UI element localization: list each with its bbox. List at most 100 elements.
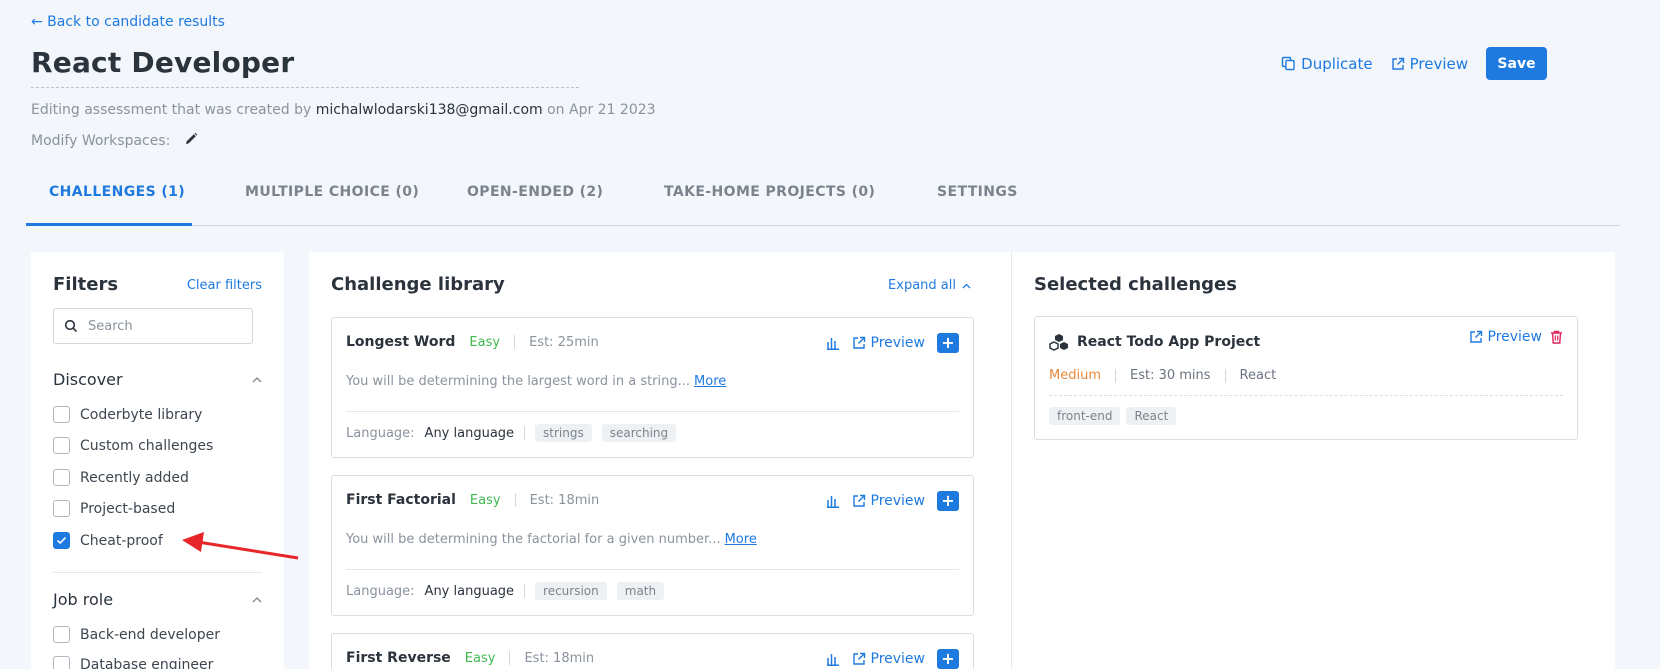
challenge-actions: Preview + bbox=[826, 491, 959, 511]
save-button[interactable]: Save bbox=[1486, 47, 1547, 80]
filter-search[interactable] bbox=[53, 308, 253, 344]
filter-label: Cheat-proof bbox=[80, 532, 163, 549]
selected-challenge-meta: Medium Est: 30 mins React bbox=[1049, 368, 1276, 383]
tag: strings bbox=[535, 424, 592, 442]
preview-label: Preview bbox=[1487, 329, 1543, 345]
card-divider bbox=[1049, 395, 1563, 396]
job-role-section-header[interactable]: Job role bbox=[53, 590, 262, 609]
filter-label: Database engineer bbox=[80, 656, 214, 669]
tag: React bbox=[1126, 407, 1177, 425]
separator bbox=[514, 335, 516, 349]
filter-project-based[interactable]: Project-based bbox=[53, 500, 175, 517]
tab-settings[interactable]: SETTINGS bbox=[927, 178, 1018, 226]
estimated-time: Est: 18min bbox=[524, 650, 595, 666]
selected-title: Selected challenges bbox=[1034, 274, 1237, 295]
tab-multiple-choice[interactable]: MULTIPLE CHOICE (0) bbox=[192, 178, 444, 226]
language-value: Any language bbox=[424, 425, 515, 441]
tab-challenges[interactable]: CHALLENGES (1) bbox=[26, 178, 192, 226]
challenge-language: Language: Any language recursion math bbox=[346, 582, 665, 600]
checkbox[interactable] bbox=[53, 469, 70, 486]
card-divider bbox=[346, 411, 959, 412]
meta-suffix: on Apr 21 2023 bbox=[547, 102, 656, 118]
discover-section-header[interactable]: Discover bbox=[53, 370, 262, 389]
stats-chart-icon[interactable] bbox=[826, 336, 840, 350]
preview-button[interactable]: Preview bbox=[1469, 329, 1543, 345]
difficulty-badge: Easy bbox=[469, 334, 501, 350]
filter-label: Back-end developer bbox=[80, 626, 220, 643]
filter-database-engineer[interactable]: Database engineer bbox=[53, 656, 213, 669]
preview-label: Preview bbox=[870, 335, 926, 351]
filter-recently-added[interactable]: Recently added bbox=[53, 469, 189, 486]
challenge-card: First Reverse Easy Est: 18min Preview + bbox=[331, 633, 974, 669]
stats-chart-icon[interactable] bbox=[826, 652, 840, 666]
chevron-up-icon bbox=[252, 376, 262, 382]
description-text: You will be determining the factorial fo… bbox=[346, 532, 721, 547]
language-label: Language: bbox=[346, 425, 415, 441]
difficulty-badge: Medium bbox=[1049, 368, 1101, 383]
separator bbox=[514, 493, 516, 507]
tab-take-home-projects[interactable]: TAKE-HOME PROJECTS (0) bbox=[644, 178, 927, 226]
challenge-language: Language: Any language strings searching bbox=[346, 424, 677, 442]
preview-button[interactable]: Preview bbox=[852, 335, 926, 351]
filters-title: Filters bbox=[53, 274, 119, 295]
filter-cheat-proof[interactable]: Cheat-proof bbox=[53, 532, 163, 549]
chevron-up-icon bbox=[962, 283, 971, 288]
expand-all-button[interactable]: Expand all bbox=[888, 278, 971, 293]
duplicate-button[interactable]: Duplicate bbox=[1281, 54, 1373, 73]
title-underline bbox=[31, 87, 579, 88]
filter-back-end-developer[interactable]: Back-end developer bbox=[53, 626, 220, 643]
duplicate-label: Duplicate bbox=[1301, 54, 1373, 73]
assessment-meta: Editing assessment that was created by m… bbox=[31, 102, 656, 118]
tab-bar: CHALLENGES (1) MULTIPLE CHOICE (0) OPEN-… bbox=[26, 178, 1620, 226]
tab-open-ended[interactable]: OPEN-ENDED (2) bbox=[444, 178, 644, 226]
chevron-up-icon bbox=[252, 596, 262, 602]
back-to-results-link[interactable]: ← Back to candidate results bbox=[31, 14, 225, 30]
card-divider bbox=[346, 569, 959, 570]
selected-challenge-name: React Todo App Project bbox=[1077, 334, 1261, 350]
difficulty-badge: Easy bbox=[464, 650, 496, 666]
tag: recursion bbox=[535, 582, 607, 600]
checkbox[interactable] bbox=[53, 656, 70, 669]
expand-all-label: Expand all bbox=[888, 278, 956, 293]
stats-chart-icon[interactable] bbox=[826, 494, 840, 508]
add-challenge-button[interactable]: + bbox=[937, 491, 959, 511]
section-divider bbox=[53, 572, 262, 573]
add-challenge-button[interactable]: + bbox=[937, 649, 959, 669]
separator bbox=[509, 651, 511, 665]
challenge-description: You will be determining the largest word… bbox=[346, 374, 726, 389]
preview-button[interactable]: Preview bbox=[1391, 55, 1468, 73]
preview-label: Preview bbox=[870, 493, 926, 509]
preview-label: Preview bbox=[1409, 54, 1468, 73]
separator bbox=[1224, 368, 1226, 383]
more-link[interactable]: More bbox=[694, 374, 726, 389]
preview-button[interactable]: Preview bbox=[852, 651, 925, 667]
estimated-time: Est: 18min bbox=[529, 492, 600, 508]
search-icon bbox=[64, 319, 78, 333]
checkbox[interactable] bbox=[53, 626, 70, 643]
meta-email: michalwlodarski138@gmail.com bbox=[315, 102, 543, 118]
header-actions: Duplicate Preview Save bbox=[1281, 47, 1547, 80]
external-link-icon bbox=[852, 652, 865, 665]
project-cubes-icon bbox=[1049, 334, 1068, 351]
add-challenge-button[interactable]: + bbox=[937, 333, 959, 353]
pencil-icon[interactable] bbox=[184, 132, 198, 150]
preview-button[interactable]: Preview bbox=[852, 493, 926, 509]
checkbox[interactable] bbox=[53, 437, 70, 454]
selected-challenge-card: React Todo App Project Preview Medium Es… bbox=[1034, 316, 1578, 440]
trash-icon[interactable] bbox=[1550, 330, 1563, 344]
separator bbox=[1114, 368, 1116, 383]
filter-custom-challenges[interactable]: Custom challenges bbox=[53, 437, 213, 454]
challenge-name: First Reverse bbox=[346, 650, 451, 666]
selected-challenge-tags: front-end React bbox=[1049, 407, 1177, 425]
filter-label: Project-based bbox=[80, 500, 176, 517]
checkbox[interactable] bbox=[53, 500, 70, 517]
checkmark-icon bbox=[56, 536, 67, 545]
checkbox-checked[interactable] bbox=[53, 532, 70, 549]
filter-coderbyte-library[interactable]: Coderbyte library bbox=[53, 406, 202, 423]
clear-filters-link[interactable]: Clear filters bbox=[187, 278, 262, 293]
checkbox[interactable] bbox=[53, 406, 70, 423]
filter-label: Recently added bbox=[80, 469, 189, 486]
more-link[interactable]: More bbox=[725, 532, 757, 547]
challenge-card: Longest Word Easy Est: 25min Preview + Y… bbox=[331, 317, 974, 458]
search-input[interactable] bbox=[88, 318, 228, 334]
